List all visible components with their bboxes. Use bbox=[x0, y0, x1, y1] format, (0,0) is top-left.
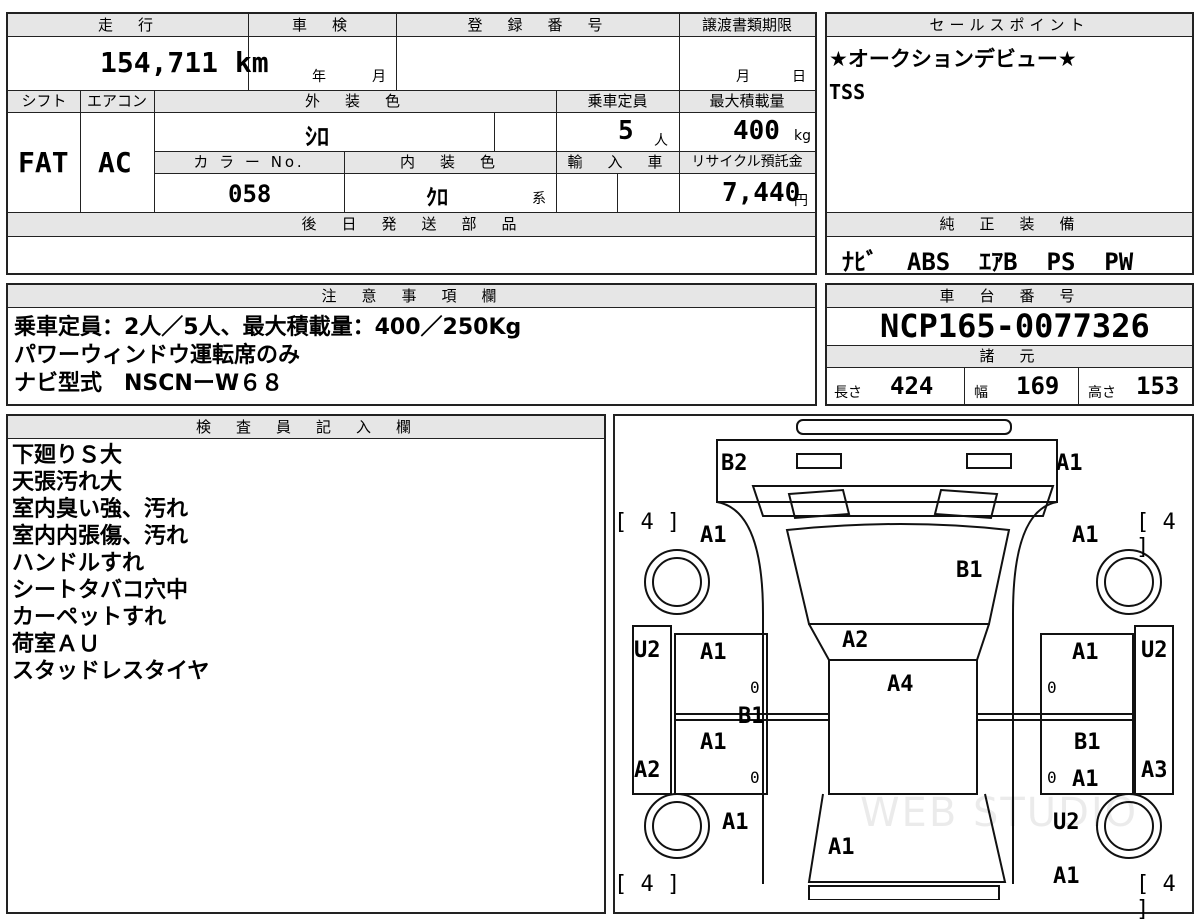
later-parts-label: 後 日 発 送 部 品 bbox=[301, 215, 522, 233]
inspection-month: 月 bbox=[372, 69, 386, 85]
load-unit: kg bbox=[794, 128, 811, 144]
inspector-line: カーペットすれ bbox=[12, 605, 167, 630]
transfer-day: 日 bbox=[792, 69, 806, 85]
height-label: 高さ bbox=[1088, 385, 1116, 401]
mileage-label: 走 行 bbox=[97, 16, 158, 34]
notes-line: ナビ型式 NSCNーW６８ bbox=[14, 371, 284, 396]
equipment-value: ﾅﾋﾞ ABS ｴｱB PS PW bbox=[842, 248, 1134, 276]
import-label: 輸 入 車 bbox=[567, 153, 668, 171]
recycle-label: リサイクル預託金 bbox=[691, 154, 803, 170]
tire-tread-mark: [ 4 ] bbox=[1136, 510, 1176, 560]
tire-tread-mark: [ 4 ] bbox=[614, 872, 681, 897]
width-label: 幅 bbox=[974, 385, 988, 401]
equipment-title: 純 正 装 備 bbox=[939, 215, 1080, 233]
mileage-value: 154,711 km bbox=[100, 46, 269, 79]
interior-label: 内 装 色 bbox=[399, 153, 500, 171]
damage-mark: B2 bbox=[721, 451, 748, 476]
zero-mark: 0 bbox=[1047, 678, 1057, 697]
inspector-line: シートタバコ穴中 bbox=[12, 578, 189, 603]
color-no-value: 058 bbox=[228, 180, 272, 208]
length-label: 長さ bbox=[834, 385, 862, 401]
damage-mark: A1 bbox=[1072, 523, 1099, 548]
inspector-line: 室内臭い強、汚れ bbox=[12, 497, 189, 522]
damage-mark: B1 bbox=[738, 704, 765, 729]
chassis-title: 車 台 番 号 bbox=[939, 287, 1080, 305]
color-no-label: カ ラ ー No. bbox=[193, 153, 305, 171]
notes-title: 注 意 事 項 欄 bbox=[321, 287, 502, 305]
inspector-line: 下廻りＳ大 bbox=[12, 443, 123, 468]
capacity-value: 5 bbox=[618, 116, 634, 146]
load-value: 400 bbox=[733, 116, 780, 146]
zero-mark: 0 bbox=[750, 768, 760, 787]
damage-mark: A1 bbox=[1072, 640, 1099, 665]
damage-mark: A2 bbox=[842, 628, 869, 653]
damage-mark: B1 bbox=[956, 558, 983, 583]
damage-mark: A1 bbox=[1056, 451, 1083, 476]
width-value: 169 bbox=[1016, 372, 1060, 400]
chassis-number: NCP165-0077326 bbox=[880, 307, 1150, 345]
sales-point-line1: ★オークションデビュー★ bbox=[829, 47, 1077, 71]
notes-line: パワーウィンドウ運転席のみ bbox=[14, 343, 301, 368]
inspection-year: 年 bbox=[312, 69, 326, 85]
sales-point-line2: TSS bbox=[829, 80, 866, 104]
sales-point-title: セールスポイント bbox=[929, 16, 1090, 34]
zero-mark: 0 bbox=[750, 678, 760, 697]
damage-mark: A2 bbox=[634, 758, 661, 783]
zero-mark: 0 bbox=[1047, 768, 1057, 787]
exterior-value: ｼﾛ bbox=[305, 123, 329, 151]
inspector-title: 検 査 員 記 入 欄 bbox=[195, 418, 416, 436]
damage-mark: A1 bbox=[1053, 864, 1080, 889]
interior-suffix: 系 bbox=[532, 191, 546, 207]
registration-label: 登 録 番 号 bbox=[467, 16, 608, 34]
damage-mark: U2 bbox=[1141, 638, 1168, 663]
damage-mark: A1 bbox=[722, 810, 749, 835]
exterior-label: 外 装 色 bbox=[304, 92, 405, 110]
damage-mark: U2 bbox=[634, 638, 661, 663]
inspector-line: 室内内張傷、汚れ bbox=[12, 524, 189, 549]
inspector-line: スタッドレスタイヤ bbox=[12, 659, 210, 684]
inspector-line: 荷室ＡＵ bbox=[12, 632, 101, 657]
damage-mark: A1 bbox=[700, 523, 727, 548]
tire-tread-mark: [ 4 ] bbox=[614, 510, 681, 535]
height-value: 153 bbox=[1136, 372, 1180, 400]
recycle-unit: 円 bbox=[794, 193, 808, 209]
transfer-month: 月 bbox=[736, 69, 750, 85]
watermark: WEB STUDIO bbox=[860, 790, 1139, 836]
ac-value: AC bbox=[98, 146, 132, 179]
shift-value: FAT bbox=[18, 146, 69, 179]
inspector-line: ハンドルすれ bbox=[12, 551, 145, 576]
shift-label: シフト bbox=[21, 92, 67, 110]
transfer-label: 譲渡書類期限 bbox=[701, 16, 792, 34]
damage-mark: A3 bbox=[1141, 758, 1168, 783]
interior-value: ｸﾛ bbox=[426, 186, 449, 211]
damage-mark: A1 bbox=[700, 640, 727, 665]
length-value: 424 bbox=[890, 372, 934, 400]
recycle-value: 7,440 bbox=[722, 178, 801, 208]
load-label: 最大積載量 bbox=[709, 92, 785, 110]
ac-label: エアコン bbox=[86, 92, 147, 110]
capacity-unit: 人 bbox=[654, 133, 668, 149]
damage-mark: A1 bbox=[828, 835, 855, 860]
damage-mark: A4 bbox=[887, 672, 914, 697]
notes-line: 乗車定員：2人／5人、最大積載量：400／250Kg bbox=[14, 315, 522, 340]
damage-mark: B1 bbox=[1074, 730, 1101, 755]
damage-mark: A1 bbox=[700, 730, 727, 755]
inspection-label: 車 検 bbox=[291, 16, 352, 34]
dimensions-title: 諸 元 bbox=[979, 347, 1040, 365]
capacity-label: 乗車定員 bbox=[587, 92, 648, 110]
damage-mark: A1 bbox=[1072, 767, 1099, 792]
inspector-line: 天張汚れ大 bbox=[12, 470, 123, 495]
tire-tread-mark: [ 4 ] bbox=[1136, 872, 1176, 922]
